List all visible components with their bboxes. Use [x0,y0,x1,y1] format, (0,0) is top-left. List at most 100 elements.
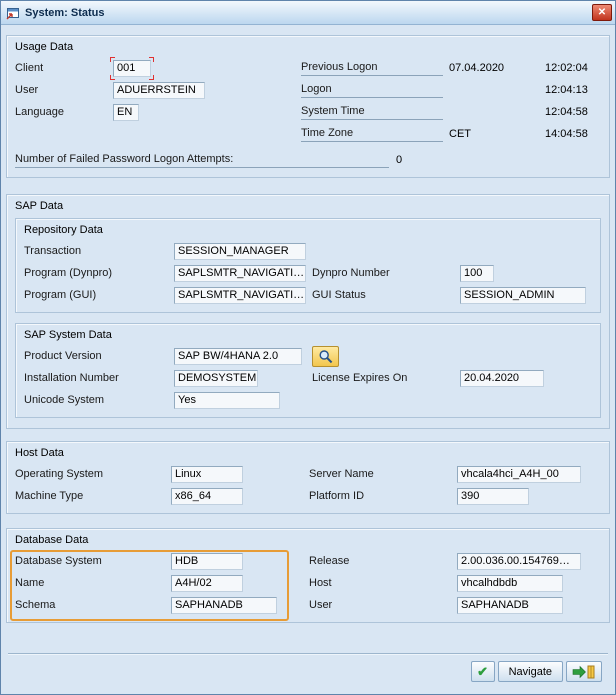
usage-row-failed-attempts: Number of Failed Password Logon Attempts… [15,149,601,171]
release-field[interactable]: 2.00.036.00.154769… [457,553,581,570]
exit-door-icon [572,665,596,679]
row-unicode-system: Unicode System Yes [24,389,592,411]
magnifier-icon [318,349,334,364]
dynpro-number-label: Dynpro Number [312,267,460,279]
operating-system-field[interactable]: Linux [171,466,243,483]
close-icon: ✕ [598,7,606,18]
close-button[interactable]: ✕ [592,4,612,21]
window-titlebar[interactable]: System: Status ✕ [1,1,615,25]
language-label: Language [15,106,113,118]
failed-attempts-label: Number of Failed Password Logon Attempts… [15,153,389,168]
previous-logon-label: Previous Logon [301,61,443,76]
gui-status-label: GUI Status [312,289,460,301]
usage-data-header: Usage Data [15,37,601,57]
navigate-button[interactable]: Navigate [498,661,563,682]
schema-label: Schema [15,599,171,611]
program-gui-label: Program (GUI) [24,289,174,301]
footer-button-bar: ✔ Navigate [6,655,610,689]
schema-field[interactable]: SAPHANADB [171,597,277,614]
row-transaction: Transaction SESSION_MANAGER [24,240,592,262]
usage-data-group: Usage Data Client 001 Previous Logon 07.… [6,35,610,178]
platform-id-field[interactable]: 390 [457,488,529,505]
database-data-header: Database Data [15,530,601,550]
database-name-field[interactable]: A4H/02 [171,575,243,592]
gui-status-field[interactable]: SESSION_ADMIN [460,287,586,304]
dynpro-number-field[interactable]: 100 [460,265,494,282]
system-time-label: System Time [301,105,443,120]
client-field[interactable]: 001 [113,60,151,77]
usage-row-client: Client 001 Previous Logon 07.04.2020 12:… [15,57,601,79]
navigate-button-label: Navigate [509,666,552,678]
logon-time: 12:04:13 [545,84,601,96]
repository-data-header: Repository Data [24,220,592,240]
installation-number-field[interactable]: DEMOSYSTEM [174,370,258,387]
transaction-field[interactable]: SESSION_MANAGER [174,243,306,260]
confirm-button[interactable]: ✔ [471,661,495,682]
database-data-group: Database Data Database System HDB Releas… [6,528,610,623]
exit-button[interactable] [566,661,602,682]
previous-logon-time: 12:02:04 [545,62,601,74]
previous-logon-date: 07.04.2020 [449,62,545,74]
program-dynpro-field[interactable]: SAPLSMTR_NAVIGATI… [174,265,306,282]
logon-label: Logon [301,83,443,98]
system-status-dialog: System: Status ✕ Usage Data Client 001 P… [0,0,616,695]
unicode-system-field[interactable]: Yes [174,392,280,409]
database-system-field[interactable]: HDB [171,553,243,570]
row-product-version: Product Version SAP BW/4HANA 2.0 [24,345,592,367]
failed-attempts-value: 0 [396,154,601,166]
usage-row-user: User ADUERRSTEIN Logon 12:04:13 [15,79,601,101]
user-label: User [15,84,113,96]
product-version-field[interactable]: SAP BW/4HANA 2.0 [174,348,302,365]
database-name-label: Name [15,577,171,589]
machine-type-field[interactable]: x86_64 [171,488,243,505]
server-name-label: Server Name [309,468,457,480]
sap-data-header: SAP Data [15,196,601,216]
unicode-system-label: Unicode System [24,394,174,406]
dialog-content: Usage Data Client 001 Previous Logon 07.… [1,25,615,694]
time-zone-time: 14:04:58 [545,128,601,140]
installation-number-label: Installation Number [24,372,174,384]
window-title: System: Status [25,7,587,19]
operating-system-label: Operating System [15,468,171,480]
host-data-group: Host Data Operating System Linux Server … [6,441,610,514]
row-machine-type: Machine Type x86_64 Platform ID 390 [15,485,601,507]
product-version-details-button[interactable] [312,346,339,367]
program-gui-field[interactable]: SAPLSMTR_NAVIGATI… [174,287,306,304]
time-zone-label: Time Zone [301,127,443,142]
product-version-label: Product Version [24,350,174,362]
row-database-name: Name A4H/02 Host vhcalhdbdb [15,572,601,594]
row-installation-number: Installation Number DEMOSYSTEM License E… [24,367,592,389]
system-time-value: 12:04:58 [545,106,601,118]
dialog-icon [6,6,20,20]
row-program-gui: Program (GUI) SAPLSMTR_NAVIGATI… GUI Sta… [24,284,592,306]
license-expires-label: License Expires On [312,372,460,384]
database-host-label: Host [309,577,457,589]
database-system-label: Database System [15,555,171,567]
database-host-field[interactable]: vhcalhdbdb [457,575,563,592]
client-label: Client [15,62,113,74]
usage-row-language: Language EN System Time 12:04:58 [15,101,601,123]
repository-data-group: Repository Data Transaction SESSION_MANA… [15,218,601,313]
database-user-label: User [309,599,457,611]
host-data-header: Host Data [15,443,601,463]
license-expires-field[interactable]: 20.04.2020 [460,370,544,387]
program-dynpro-label: Program (Dynpro) [24,267,174,279]
row-operating-system: Operating System Linux Server Name vhcal… [15,463,601,485]
user-field[interactable]: ADUERRSTEIN [113,82,205,99]
database-user-field[interactable]: SAPHANADB [457,597,563,614]
transaction-label: Transaction [24,245,174,257]
row-database-system: Database System HDB Release 2.00.036.00.… [15,550,601,572]
sap-system-data-group: SAP System Data Product Version SAP BW/4… [15,323,601,418]
time-zone-value: CET [449,128,545,140]
row-database-schema: Schema SAPHANADB User SAPHANADB [15,594,601,616]
release-label: Release [309,555,457,567]
language-field[interactable]: EN [113,104,139,121]
sap-data-group: SAP Data Repository Data Transaction SES… [6,194,610,429]
row-program-dynpro: Program (Dynpro) SAPLSMTR_NAVIGATI… Dynp… [24,262,592,284]
platform-id-label: Platform ID [309,490,457,502]
sap-system-data-header: SAP System Data [24,325,592,345]
spacer [6,623,610,653]
machine-type-label: Machine Type [15,490,171,502]
server-name-field[interactable]: vhcala4hci_A4H_00 [457,466,581,483]
check-icon: ✔ [477,665,488,678]
